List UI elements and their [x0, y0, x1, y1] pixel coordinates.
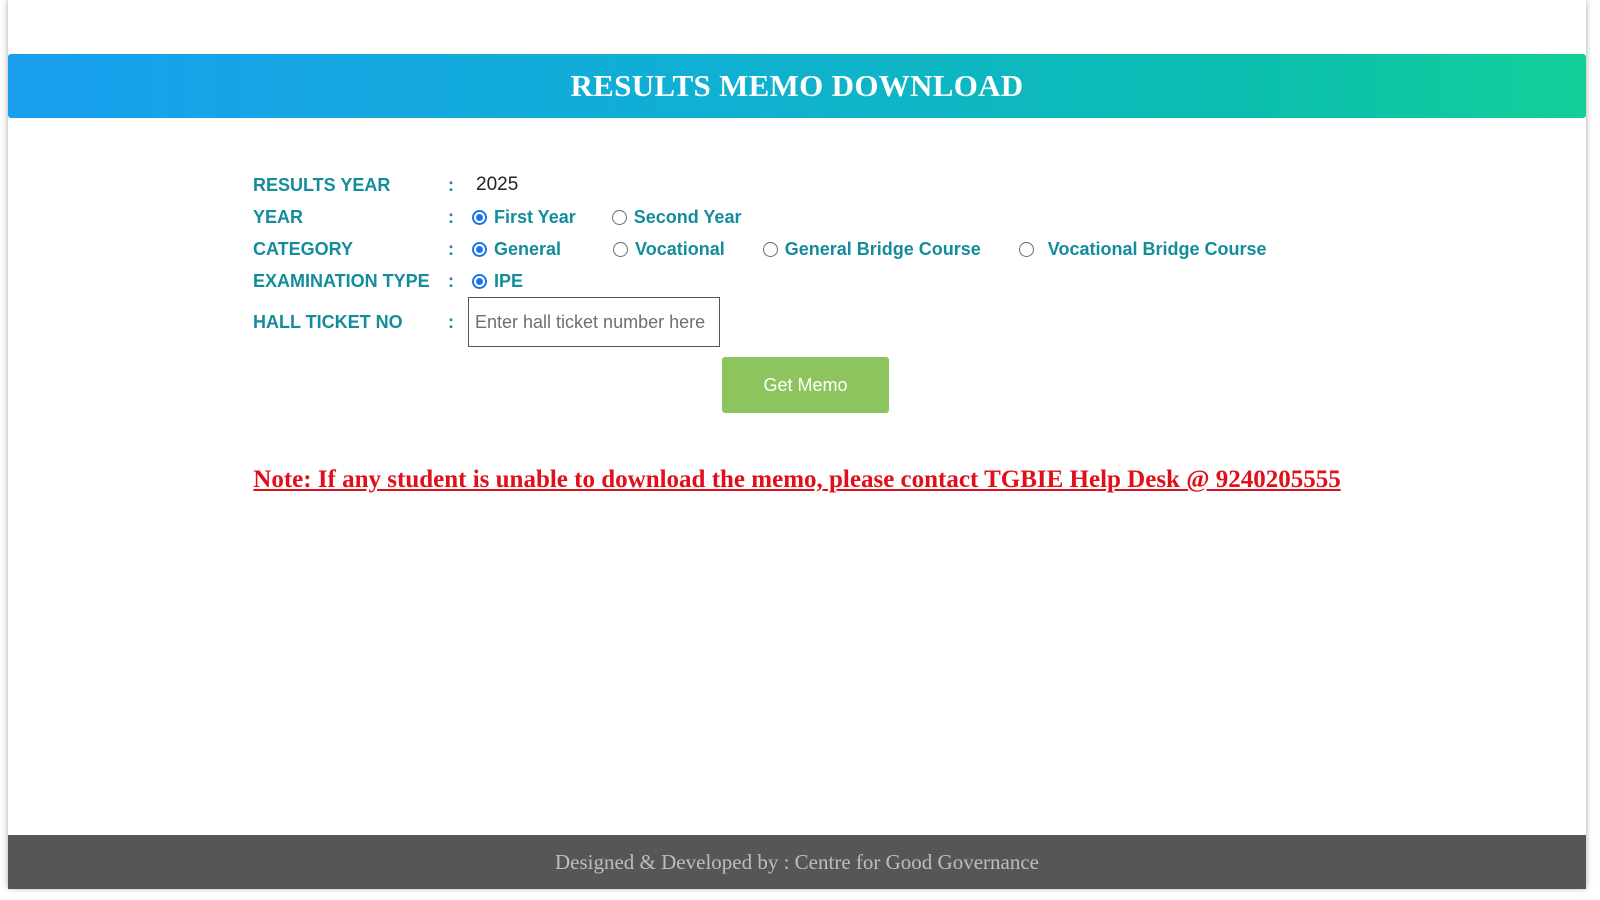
footer: Designed & Developed by : Centre for Goo…: [8, 835, 1586, 889]
exam-type-colon: :: [448, 270, 454, 291]
year-colon: :: [448, 206, 454, 227]
category-option-label: Vocational: [635, 238, 725, 259]
page-container: RESULTS MEMO DOWNLOAD RESULTS YEAR : 202…: [8, 0, 1586, 889]
get-memo-button[interactable]: Get Memo: [722, 357, 889, 413]
category-option-label: General Bridge Course: [784, 238, 981, 259]
exam-type-option-label: IPE: [494, 270, 524, 291]
year-option-label: Second Year: [633, 206, 742, 227]
radio-checked-icon[interactable]: [472, 209, 487, 225]
header-banner: RESULTS MEMO DOWNLOAD: [8, 54, 1586, 118]
year-option-label: First Year: [494, 206, 576, 227]
results-year-colon: :: [448, 174, 454, 195]
exam-type-radio-group: IPE: [472, 271, 523, 292]
category-option-vocational[interactable]: Vocational: [613, 239, 725, 260]
year-option-first-year[interactable]: First Year: [472, 207, 576, 228]
radio-unchecked-icon[interactable]: [611, 209, 627, 225]
radio-unchecked-icon[interactable]: [613, 241, 629, 257]
radio-checked-icon[interactable]: [472, 241, 487, 257]
category-option-label: General: [494, 238, 562, 259]
help-desk-note: Note: If any student is unable to downlo…: [253, 466, 1341, 493]
footer-credit: Designed & Developed by : Centre for Goo…: [554, 849, 1039, 874]
category-option-general-bridge-course[interactable]: General Bridge Course: [762, 238, 981, 260]
radio-checked-icon[interactable]: [472, 273, 487, 289]
category-row: CATEGORY : General Vocational General Br…: [253, 234, 1267, 264]
page-title: RESULTS MEMO DOWNLOAD: [570, 68, 1024, 103]
exam-type-label: EXAMINATION TYPE: [253, 270, 430, 291]
hall-ticket-colon: :: [448, 311, 454, 332]
category-label: CATEGORY: [253, 238, 354, 259]
category-option-general[interactable]: General: [472, 239, 561, 260]
radio-unchecked-icon[interactable]: [762, 241, 778, 257]
results-year-label: RESULTS YEAR: [253, 174, 391, 195]
hall-ticket-input[interactable]: [468, 297, 720, 347]
exam-type-option-ipe[interactable]: IPE: [472, 271, 523, 292]
year-option-second-year[interactable]: Second Year: [611, 206, 742, 228]
category-option-label: Vocational Bridge Course: [1047, 238, 1267, 259]
category-option-vocational-bridge-course[interactable]: Vocational Bridge Course: [1018, 238, 1267, 260]
category-radio-group: General Vocational General Bridge Course…: [472, 239, 1267, 260]
radio-unchecked-icon[interactable]: [1018, 241, 1034, 257]
results-year-value: 2025: [476, 174, 519, 195]
exam-type-row: EXAMINATION TYPE : IPE: [253, 266, 523, 296]
hall-ticket-label: HALL TICKET NO: [253, 311, 403, 332]
results-year-row: RESULTS YEAR : 2025: [253, 170, 518, 200]
hall-ticket-row: HALL TICKET NO :: [253, 297, 720, 347]
category-colon: :: [448, 238, 454, 259]
year-row: YEAR : First Year Second Year: [253, 202, 741, 232]
year-label: YEAR: [253, 206, 304, 227]
year-radio-group: First Year Second Year: [472, 207, 741, 228]
